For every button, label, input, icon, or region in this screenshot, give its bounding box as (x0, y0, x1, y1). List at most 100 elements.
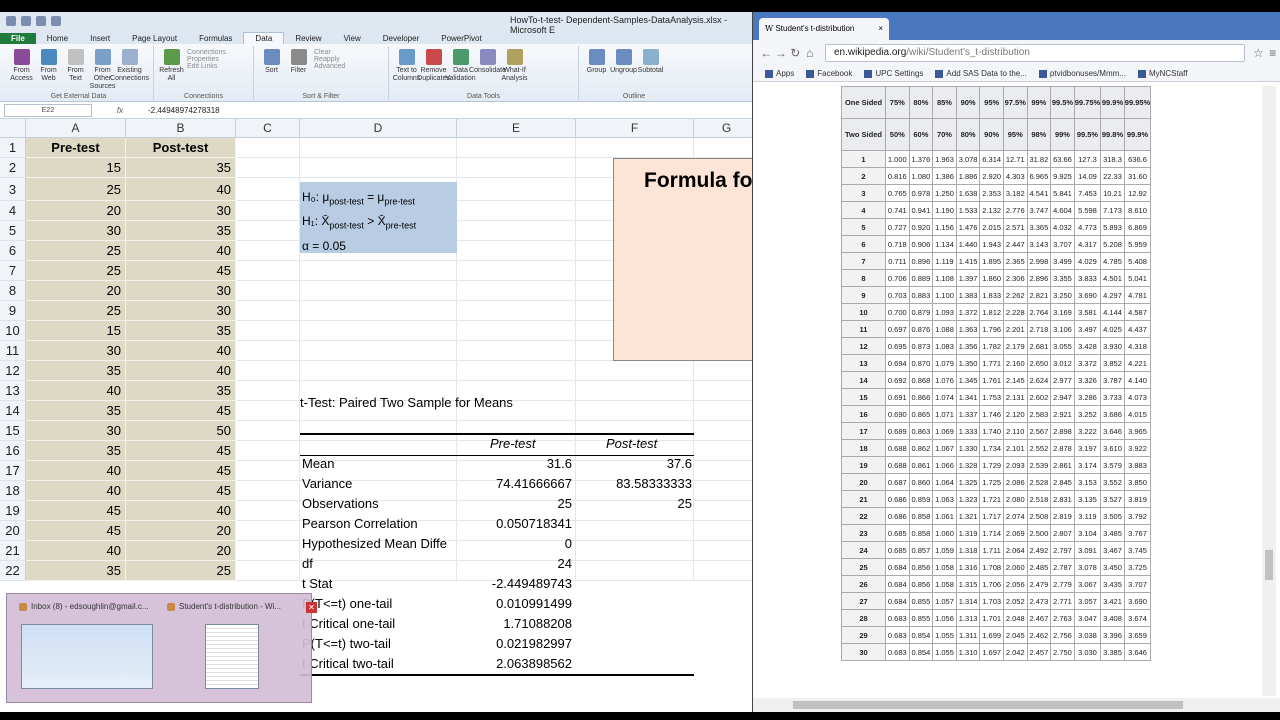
row-header-5[interactable]: 5 (0, 221, 26, 241)
pre-test-cell[interactable]: 35 (26, 361, 126, 381)
pre-test-cell[interactable]: 30 (26, 221, 126, 241)
post-test-cell[interactable]: 40 (126, 361, 236, 381)
formula-textbox[interactable]: Formula for (613, 158, 763, 361)
what-if-analysis-button[interactable]: What-If Analysis (501, 49, 528, 83)
empty-cell[interactable] (694, 421, 760, 441)
pre-test-cell[interactable]: 25 (26, 241, 126, 261)
bookmark-3[interactable]: Add SAS Data to the... (935, 69, 1027, 78)
column-header-A[interactable]: A (26, 119, 126, 138)
empty-cell[interactable] (694, 138, 760, 158)
pre-test-cell[interactable]: 35 (26, 441, 126, 461)
header-post-test[interactable]: Post-test (126, 138, 236, 158)
row-header-3[interactable]: 3 (0, 178, 26, 201)
row-header-14[interactable]: 14 (0, 401, 26, 421)
empty-cell[interactable] (236, 301, 300, 321)
pre-test-cell[interactable]: 40 (26, 381, 126, 401)
empty-cell[interactable] (300, 301, 457, 321)
empty-cell[interactable] (457, 221, 576, 241)
tab-page-layout[interactable]: Page Layout (121, 33, 188, 44)
empty-cell[interactable] (300, 321, 457, 341)
taskbar-preview-inbox[interactable]: Inbox (8) - edsoughlin@gmail.c... (17, 600, 161, 695)
column-header-G[interactable]: G (694, 119, 760, 138)
address-bar[interactable]: en.wikipedia.org/wiki/Student's_t-distri… (825, 44, 1245, 62)
empty-cell[interactable] (236, 158, 300, 178)
row-header-20[interactable]: 20 (0, 521, 26, 541)
post-test-cell[interactable]: 40 (126, 501, 236, 521)
post-test-cell[interactable]: 45 (126, 401, 236, 421)
row-header-11[interactable]: 11 (0, 341, 26, 361)
empty-cell[interactable] (236, 341, 300, 361)
close-icon[interactable]: ✕ (306, 602, 317, 613)
bookmark-4[interactable]: ptvidbonuses/Mmm... (1038, 69, 1126, 78)
filter-option-0[interactable]: Clear (314, 49, 345, 56)
connections-link-2[interactable]: Edit Links (187, 63, 226, 70)
pre-test-cell[interactable]: 40 (26, 481, 126, 501)
subtotal-button[interactable]: Subtotal (637, 49, 664, 75)
post-test-cell[interactable]: 35 (126, 221, 236, 241)
from-text-button[interactable]: From Text (62, 49, 89, 83)
fx-icon[interactable]: fx (92, 106, 148, 115)
data-validation-button[interactable]: Data Validation (445, 49, 476, 83)
post-test-cell[interactable]: 40 (126, 341, 236, 361)
empty-cell[interactable] (236, 138, 300, 158)
row-header-2[interactable]: 2 (0, 158, 26, 178)
empty-cell[interactable] (457, 178, 576, 201)
empty-cell[interactable] (694, 441, 760, 461)
post-test-cell[interactable]: 35 (126, 321, 236, 341)
empty-cell[interactable] (236, 501, 300, 521)
pre-test-cell[interactable]: 20 (26, 281, 126, 301)
pre-test-cell[interactable]: 30 (26, 421, 126, 441)
tab-data[interactable]: Data (243, 32, 285, 44)
empty-cell[interactable] (236, 421, 300, 441)
row-header-10[interactable]: 10 (0, 321, 26, 341)
empty-cell[interactable] (694, 481, 760, 501)
from-access-button[interactable]: From Access (8, 49, 35, 83)
row-header-7[interactable]: 7 (0, 261, 26, 281)
tab-file[interactable]: File (0, 33, 36, 44)
empty-cell[interactable] (457, 241, 576, 261)
horizontal-scrollbar[interactable] (753, 698, 1280, 712)
empty-cell[interactable] (300, 158, 457, 178)
post-test-cell[interactable]: 20 (126, 541, 236, 561)
empty-cell[interactable] (300, 361, 457, 381)
empty-cell[interactable] (236, 461, 300, 481)
taskbar-preview-wikipedia[interactable]: Student's t-distribution - Wi... ✕ (165, 600, 317, 695)
empty-cell[interactable] (236, 261, 300, 281)
group-button[interactable]: Group (583, 49, 610, 75)
empty-cell[interactable] (694, 361, 760, 381)
pre-test-cell[interactable]: 35 (26, 401, 126, 421)
empty-cell[interactable] (576, 138, 694, 158)
menu-icon[interactable]: ≡ (1266, 46, 1280, 60)
tab-view[interactable]: View (333, 33, 372, 44)
row-header-4[interactable]: 4 (0, 201, 26, 221)
scroll-thumb[interactable] (793, 701, 1183, 709)
consolidate-button[interactable]: Consolidate (469, 49, 506, 75)
post-test-cell[interactable]: 45 (126, 461, 236, 481)
empty-cell[interactable] (694, 401, 760, 421)
post-test-cell[interactable]: 40 (126, 178, 236, 201)
tab-powerpivot[interactable]: PowerPivot (430, 33, 492, 44)
bookmark-1[interactable]: Facebook (806, 69, 852, 78)
empty-cell[interactable] (300, 341, 457, 361)
empty-cell[interactable] (576, 361, 694, 381)
empty-cell[interactable] (694, 561, 760, 581)
connections-link-1[interactable]: Properties (187, 56, 226, 63)
column-header-D[interactable]: D (300, 119, 457, 138)
browser-tab[interactable]: W Student's t-distribution × (759, 18, 889, 40)
existing-connections-button[interactable]: Existing Connections (110, 49, 149, 83)
redo-icon[interactable] (51, 16, 61, 26)
empty-cell[interactable] (236, 561, 300, 581)
row-header-9[interactable]: 9 (0, 301, 26, 321)
post-test-cell[interactable]: 30 (126, 281, 236, 301)
reload-icon[interactable]: ↻ (788, 46, 803, 60)
row-header-12[interactable]: 12 (0, 361, 26, 381)
empty-cell[interactable] (236, 178, 300, 201)
pre-test-cell[interactable]: 25 (26, 261, 126, 281)
empty-cell[interactable] (457, 158, 576, 178)
header-pre-test[interactable]: Pre-test (26, 138, 126, 158)
empty-cell[interactable] (694, 461, 760, 481)
close-tab-icon[interactable]: × (878, 24, 883, 33)
pre-test-cell[interactable]: 35 (26, 561, 126, 581)
empty-cell[interactable] (236, 541, 300, 561)
empty-cell[interactable] (457, 201, 576, 221)
